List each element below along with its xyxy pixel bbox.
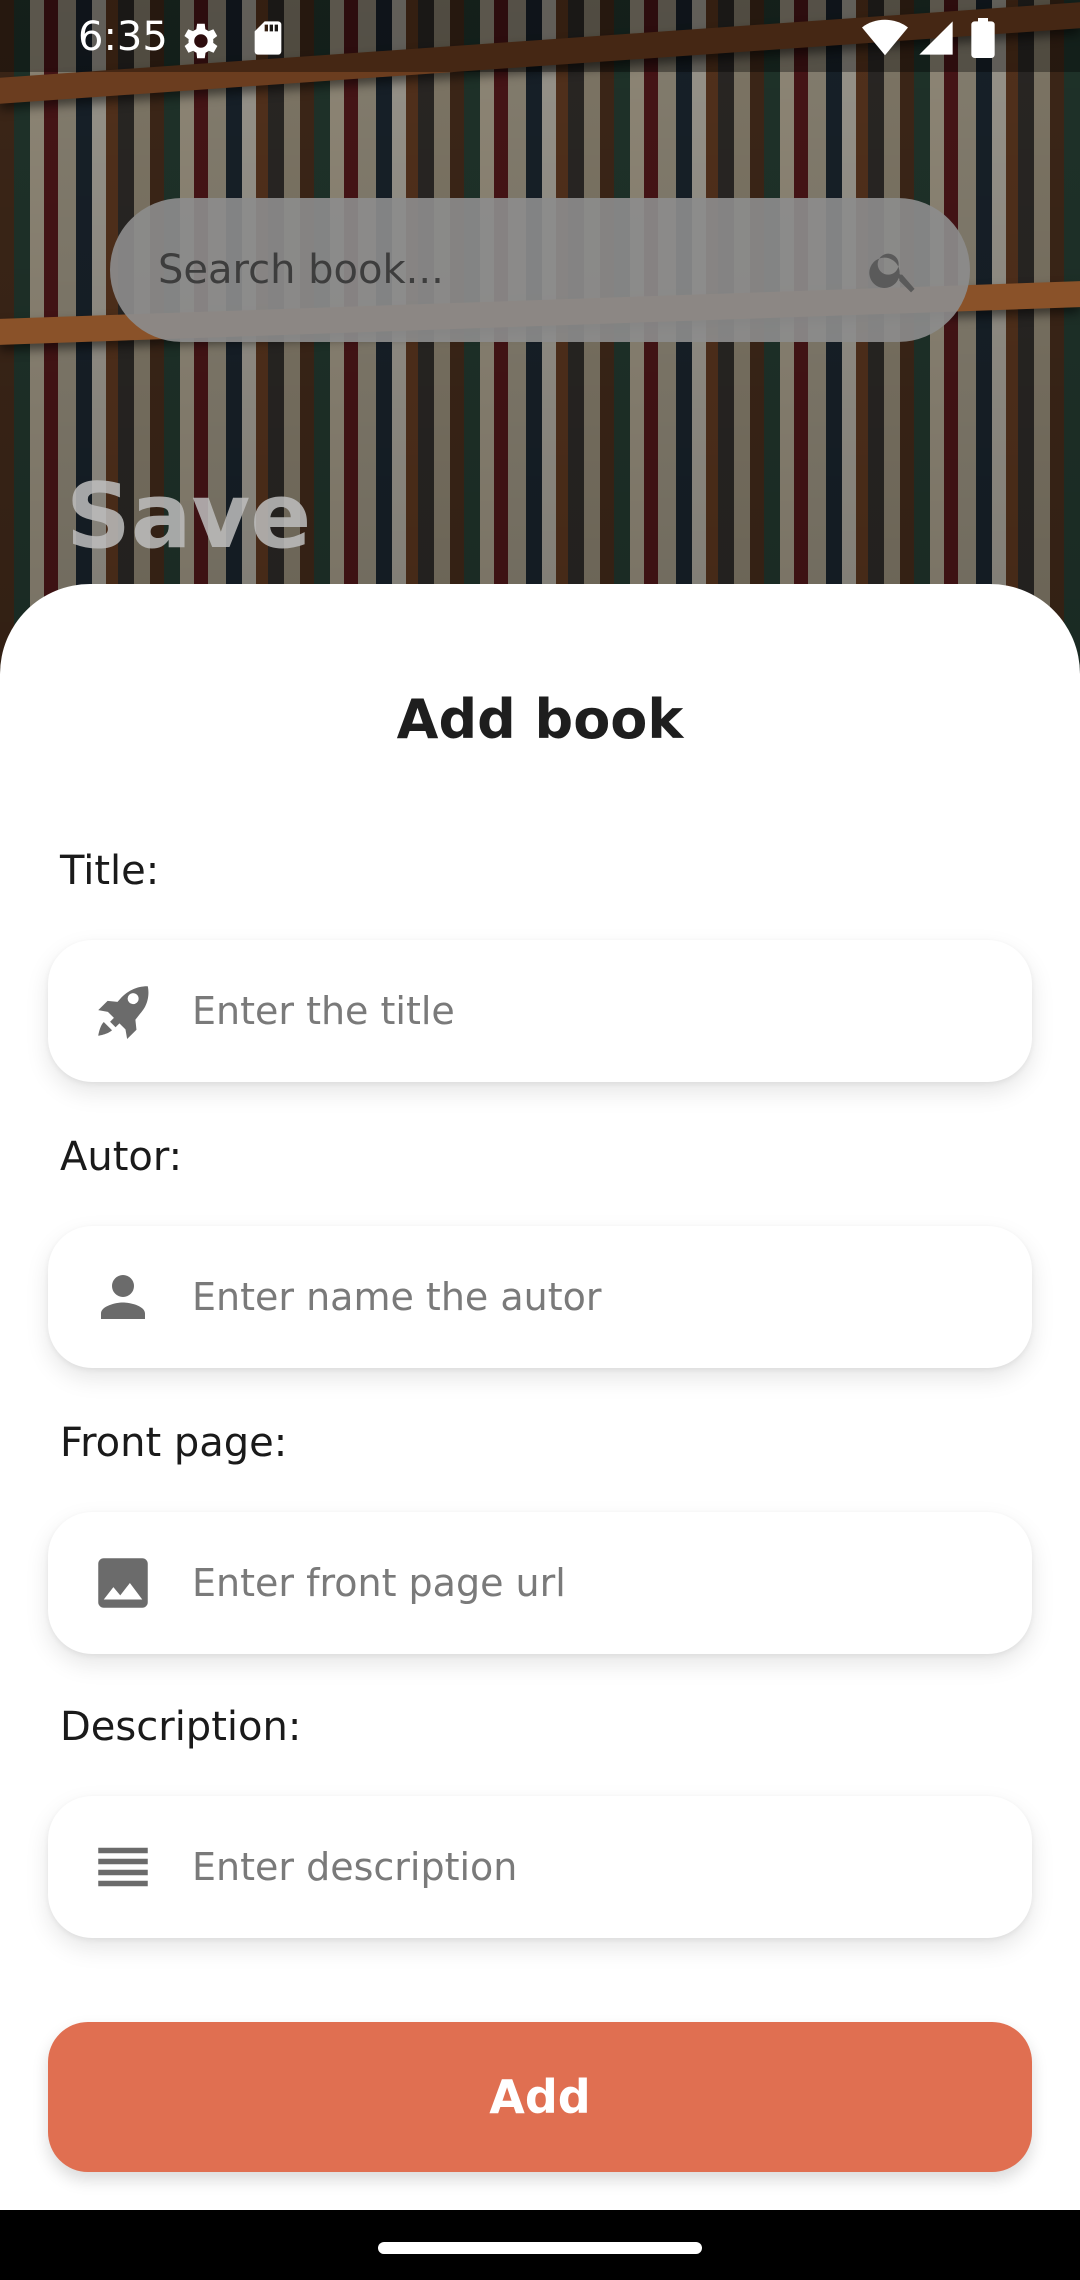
- search-icon[interactable]: [866, 242, 922, 298]
- screen: 6:35 Save Add book Title:: [0, 0, 1080, 2280]
- front-page-label: Front page:: [60, 1420, 288, 1466]
- notes-icon: [98, 1847, 148, 1887]
- front-page-field[interactable]: [48, 1512, 1032, 1654]
- settings-icon: [184, 23, 218, 59]
- sd-card-icon: [254, 21, 282, 55]
- front-page-input[interactable]: [192, 1550, 992, 1616]
- search-bar[interactable]: [110, 198, 970, 342]
- description-input[interactable]: [192, 1834, 992, 1900]
- add-book-sheet: Add book Title: Autor: Front page: Descr: [0, 584, 1080, 2210]
- home-indicator[interactable]: [378, 2242, 702, 2254]
- wifi-icon: [862, 19, 908, 56]
- background-title: Save: [66, 464, 312, 569]
- title-field[interactable]: [48, 940, 1032, 1082]
- signal-icon: [919, 21, 953, 55]
- add-button[interactable]: Add: [48, 2022, 1032, 2172]
- sheet-title: Add book: [396, 688, 684, 751]
- title-input[interactable]: [192, 978, 992, 1044]
- rocket-icon: [98, 986, 149, 1040]
- battery-icon: [971, 18, 995, 58]
- description-label: Description:: [60, 1704, 302, 1750]
- status-time: 6:35: [78, 14, 168, 60]
- autor-field[interactable]: [48, 1226, 1032, 1368]
- autor-input[interactable]: [192, 1264, 992, 1330]
- title-label: Title:: [60, 848, 160, 894]
- navigation-bar: [0, 2210, 1080, 2280]
- person-icon: [101, 1275, 145, 1319]
- status-bar: 6:35: [0, 0, 1080, 72]
- search-input[interactable]: [158, 238, 838, 302]
- description-field[interactable]: [48, 1796, 1032, 1938]
- image-icon: [98, 1558, 148, 1608]
- autor-label: Autor:: [60, 1134, 183, 1180]
